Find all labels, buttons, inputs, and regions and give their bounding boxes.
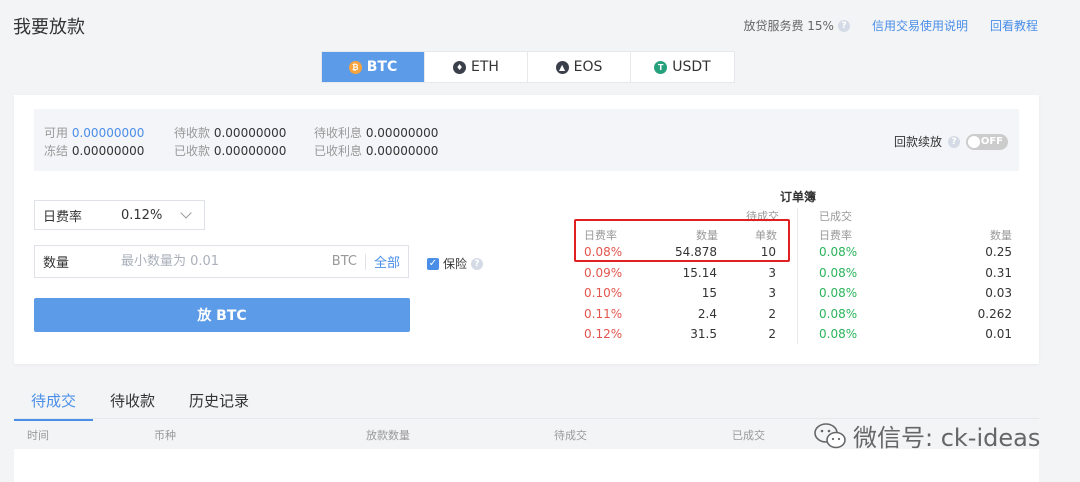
filled-rate: 0.08% [819,327,858,341]
filled-rate: 0.08% [819,265,858,280]
eos-icon: ▲ [555,60,569,74]
help-icon[interactable]: ? [948,135,960,148]
available-value: 0.00000000 [71,126,145,140]
tab-label: ETH [471,59,499,75]
received-label: 已收款 [174,144,211,158]
filled-qty: 0.31 [985,265,1012,280]
filled-qty: 0.03 [985,286,1012,300]
filled-rate-header: 日费率 [819,229,852,242]
usdt-icon: T [654,60,668,74]
auto-renew-toggle[interactable]: OFF [966,133,1008,150]
all-button[interactable]: 全部 [374,252,400,271]
orders-table-body [14,449,1039,482]
lend-button[interactable]: 放 BTC [34,298,410,332]
received-interest-label: 已收利息 [314,144,363,158]
quantity-input[interactable] [121,254,332,269]
tab-btc[interactable]: ₿ BTC [322,52,425,82]
pending-qty: 15.14 [682,265,717,280]
usage-guide-link[interactable]: 信用交易使用说明 [872,17,968,34]
order-tabs: 待成交 待收款 历史记录 [14,390,266,421]
pending-count: 2 [768,306,776,321]
received-interest-value: 0.00000000 [365,144,439,158]
watermark-text: 微信号: ck-ideas [853,424,1041,452]
col-filled: 已成交 [732,429,765,442]
service-fee: 放贷服务费 15% ? [743,17,850,34]
received-value: 0.00000000 [213,144,287,158]
filled-rate: 0.08% [819,286,858,300]
pending-count: 2 [768,327,776,341]
filled-qty: 0.25 [985,245,1012,259]
pending-count: 3 [768,286,776,300]
service-fee-label: 放贷服务费 15% [743,19,834,33]
pending-qty: 31.5 [690,327,717,341]
filled-rate: 0.08% [819,306,858,321]
quantity-label: 数量 [43,256,70,271]
eth-icon: ♦ [453,60,467,74]
highlight-box [574,219,790,262]
pending-rate: 0.12% [584,327,623,341]
quantity-unit: BTC [331,254,357,269]
filled-qty-header: 数量 [990,229,1012,242]
tab-history[interactable]: 历史记录 [172,390,266,421]
filled-title: 已成交 [819,210,852,223]
pending-receive-label: 待收款 [174,126,211,140]
tab-usdt[interactable]: T USDT [631,52,734,82]
btc-icon: ₿ [348,60,362,74]
insurance-label: 保险 [443,257,468,271]
tutorial-link[interactable]: 回看教程 [990,17,1038,34]
tab-pending[interactable]: 待成交 [14,390,94,421]
rate-value: 0.12% [121,207,163,223]
col-amount: 放款数量 [366,429,410,442]
filled-rate: 0.08% [819,245,858,259]
pending-interest-value: 0.00000000 [365,126,439,140]
tab-eth[interactable]: ♦ ETH [425,52,528,82]
insurance-option[interactable]: ✓ 保险 ? [427,255,484,272]
col-pending: 待成交 [554,429,587,442]
insurance-checkbox[interactable]: ✓ [427,257,439,270]
filled-qty: 0.01 [985,327,1012,341]
auto-renew-label: 回款续放 [893,135,942,149]
divider [364,253,366,270]
frozen-label: 冻结 [44,144,69,158]
orderbook-title: 订单簿 [780,190,817,204]
filled-qty: 0.262 [977,306,1012,321]
tab-label: EOS [573,59,603,75]
pending-rate: 0.09% [584,265,623,280]
quantity-field: 数量 BTC 全部 [34,245,409,278]
auto-renew: 回款续放 ? OFF [894,133,1008,150]
help-icon[interactable]: ? [471,257,484,270]
pending-rate: 0.11% [584,306,623,321]
help-icon[interactable]: ? [837,19,850,32]
tab-receivable[interactable]: 待收款 [93,390,172,421]
available-label: 可用 [44,126,69,140]
pending-rate: 0.10% [584,286,623,300]
pending-interest-label: 待收利息 [314,126,363,140]
orderbook-divider [797,208,798,344]
chevron-down-icon [180,207,192,219]
page-title: 我要放款 [13,17,85,38]
frozen-value: 0.00000000 [71,144,145,158]
col-coin: 币种 [154,429,176,442]
tab-label: USDT [672,59,711,75]
rate-select[interactable]: 日费率 0.12% [34,200,205,230]
watermark: 微信号: ck-ideas [813,418,1040,453]
pending-qty: 2.4 [697,306,717,321]
pending-receive-value: 0.00000000 [213,126,287,140]
wechat-icon [814,422,846,448]
col-time: 时间 [27,429,49,442]
tab-label: BTC [366,59,398,75]
tab-eos[interactable]: ▲ EOS [528,52,631,82]
pending-count: 3 [768,265,776,280]
coin-tabs: ₿ BTC ♦ ETH ▲ EOS T USDT [321,51,735,83]
rate-label: 日费率 [43,209,83,225]
pending-qty: 15 [701,286,717,300]
header-links: 放贷服务费 15% ? 信用交易使用说明 回看教程 [743,17,1038,34]
